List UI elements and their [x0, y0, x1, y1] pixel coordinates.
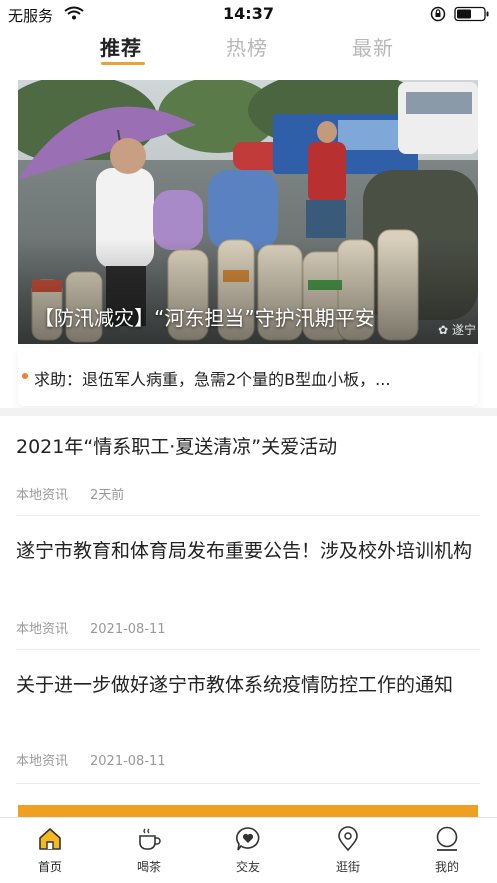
- nav-profile[interactable]: 我的: [417, 826, 477, 875]
- news-title: 遂宁市教育和体育局发布重要公告！涉及校外培训机构: [16, 540, 473, 562]
- nav-home[interactable]: 首页: [20, 826, 80, 875]
- tab-recommend[interactable]: 推荐: [100, 32, 142, 61]
- section-divider: [0, 408, 497, 416]
- nav-label: 逛街: [335, 860, 360, 874]
- next-card-peek: [18, 805, 478, 817]
- featured-banner[interactable]: 【防汛减灾】“河东担当”守护汛期平安 ✿ 遂宁: [18, 80, 478, 344]
- home-icon: [39, 828, 61, 850]
- news-date: 2天前: [90, 488, 125, 503]
- news-title: 2021年“情系职工·夏送清凉”关爱活动: [16, 436, 338, 458]
- notice-ticker[interactable]: 求助：退伍军人病重，急需2个量的B型血小板，...: [18, 348, 478, 406]
- bullet-dot: [22, 373, 28, 379]
- nav-label: 交友: [235, 860, 260, 874]
- news-source: 本地资讯: [16, 622, 69, 637]
- tab-hot-list[interactable]: 热榜: [226, 32, 268, 61]
- status-bar: 无服务 14:37: [0, 0, 497, 28]
- news-item[interactable]: 遂宁市教育和体育局发布重要公告！涉及校外培训机构 本地资讯 2021-08-11: [16, 536, 480, 650]
- top-tabs: 推荐 热榜 最新: [0, 32, 497, 72]
- news-date: 2021-08-11: [90, 754, 166, 769]
- nav-tea[interactable]: 喝茶: [119, 826, 179, 875]
- news-meta: 本地资讯 2天前: [16, 484, 124, 503]
- watermark-text: 遂宁: [451, 323, 476, 337]
- news-source: 本地资讯: [16, 754, 69, 769]
- location-pin-icon: [338, 826, 358, 852]
- nav-label: 首页: [37, 860, 62, 874]
- nav-friends[interactable]: 交友: [218, 826, 278, 875]
- chat-heart-icon: [236, 827, 260, 851]
- news-meta: 本地资讯 2021-08-11: [16, 618, 166, 637]
- nav-label: 我的: [434, 860, 459, 874]
- nav-label: 喝茶: [136, 860, 161, 874]
- active-tab-indicator: [101, 62, 145, 65]
- news-title: 关于进一步做好遂宁市教体系统疫情防控工作的通知: [16, 674, 454, 696]
- battery-icon: [454, 6, 489, 22]
- news-item[interactable]: 2021年“情系职工·夏送清凉”关爱活动 本地资讯 2天前: [16, 432, 480, 516]
- profile-icon: [436, 826, 458, 851]
- orientation-lock-icon: [430, 6, 446, 22]
- news-meta: 本地资讯 2021-08-11: [16, 750, 166, 769]
- news-date: 2021-08-11: [90, 622, 166, 637]
- nav-shopping[interactable]: 逛街: [318, 826, 378, 875]
- banner-caption: 【防汛减灾】“河东担当”守护汛期平安: [34, 306, 375, 330]
- ticker-text: 求助：退伍军人病重，急需2个量的B型血小板，...: [34, 370, 391, 389]
- tea-cup-icon: [139, 828, 161, 850]
- clock: 14:37: [223, 4, 274, 23]
- news-item[interactable]: 关于进一步做好遂宁市教体系统疫情防控工作的通知 本地资讯 2021-08-11: [16, 670, 480, 784]
- news-source: 本地资讯: [16, 488, 69, 503]
- banner-watermark: ✿ 遂宁: [438, 321, 476, 338]
- bottom-nav: 首页 喝茶 交友 逛街 我的: [0, 817, 497, 883]
- wechat-icon: ✿: [438, 323, 449, 337]
- tab-latest[interactable]: 最新: [352, 32, 394, 61]
